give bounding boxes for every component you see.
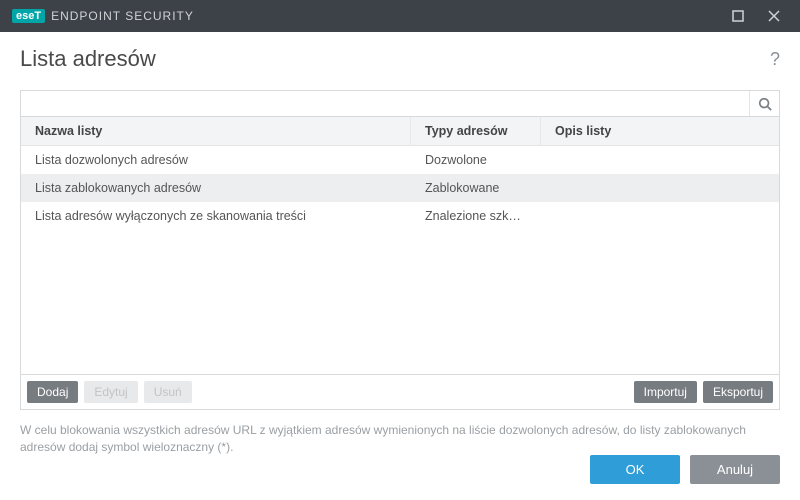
column-header-name[interactable]: Nazwa listy — [21, 117, 411, 145]
delete-button: Usuń — [144, 381, 192, 403]
close-icon — [768, 10, 780, 22]
ok-button[interactable]: OK — [590, 455, 680, 484]
cell-desc — [541, 174, 779, 202]
brand-badge: eseT — [12, 9, 45, 23]
edit-button: Edytuj — [84, 381, 137, 403]
table-body: Lista dozwolonych adresówDozwoloneLista … — [21, 146, 779, 374]
maximize-icon — [732, 10, 744, 22]
cell-type: Dozwolone — [411, 146, 541, 174]
cell-desc — [541, 146, 779, 174]
import-button[interactable]: Importuj — [634, 381, 697, 403]
help-button[interactable]: ? — [770, 49, 780, 70]
cancel-button[interactable]: Anuluj — [690, 455, 780, 484]
table-row[interactable]: Lista dozwolonych adresówDozwolone — [21, 146, 779, 174]
titlebar: eseT ENDPOINT SECURITY — [0, 0, 800, 32]
table-header: Nazwa listy Typy adresów Opis listy — [21, 117, 779, 146]
page-title: Lista adresów — [20, 46, 156, 72]
address-list-table: Nazwa listy Typy adresów Opis listy List… — [20, 117, 780, 375]
search-button[interactable] — [749, 91, 779, 116]
search-bar — [20, 90, 780, 117]
search-icon — [758, 97, 772, 111]
cell-name: Lista zablokowanych adresów — [21, 174, 411, 202]
table-actions: Dodaj Edytuj Usuń Importuj Eksportuj — [20, 375, 780, 410]
help-icon: ? — [770, 49, 780, 69]
window-maximize-button[interactable] — [724, 2, 752, 30]
cell-name: Lista adresów wyłączonych ze skanowania … — [21, 202, 411, 230]
cell-desc — [541, 202, 779, 230]
dialog-footer: OK Anuluj — [0, 441, 800, 500]
column-header-desc[interactable]: Opis listy — [541, 117, 779, 145]
export-button[interactable]: Eksportuj — [703, 381, 773, 403]
table-row[interactable]: Lista zablokowanych adresówZablokowane — [21, 174, 779, 202]
add-button[interactable]: Dodaj — [27, 381, 78, 403]
brand-logo: eseT ENDPOINT SECURITY — [12, 9, 194, 23]
search-input[interactable] — [21, 91, 749, 116]
cell-type: Znalezione szkodliwe opr... — [411, 202, 541, 230]
cell-name: Lista dozwolonych adresów — [21, 146, 411, 174]
brand-product: ENDPOINT SECURITY — [51, 9, 194, 23]
window-close-button[interactable] — [760, 2, 788, 30]
header: Lista adresów ? — [0, 32, 800, 90]
cell-type: Zablokowane — [411, 174, 541, 202]
column-header-type[interactable]: Typy adresów — [411, 117, 541, 145]
table-row[interactable]: Lista adresów wyłączonych ze skanowania … — [21, 202, 779, 230]
